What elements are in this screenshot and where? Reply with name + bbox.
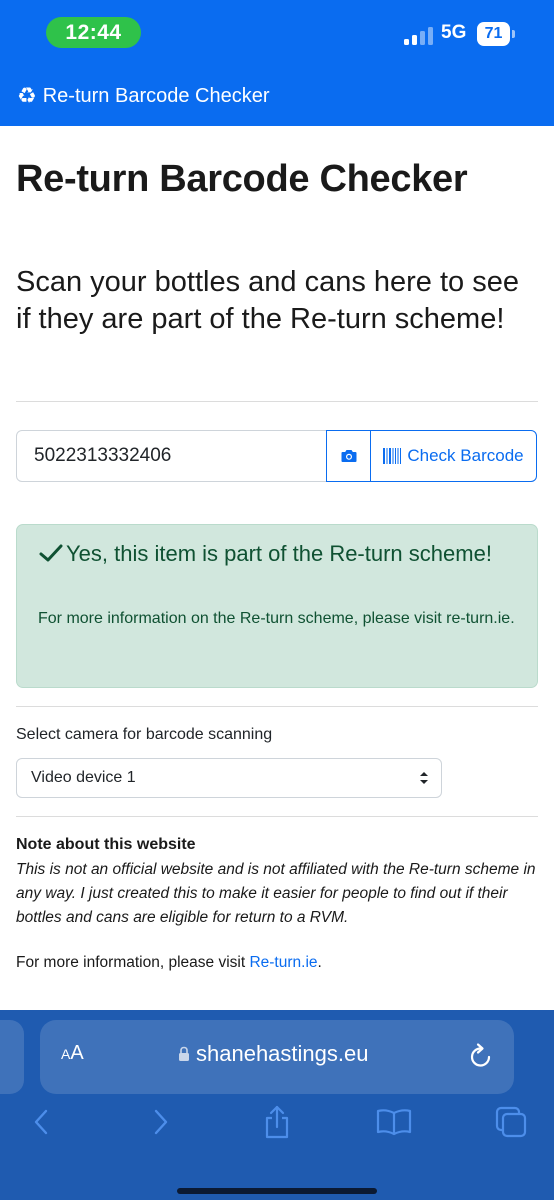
battery-level: 71 xyxy=(477,22,510,46)
text-size-small: A xyxy=(61,1046,71,1062)
result-alert: Yes, this item is part of the Re-turn sc… xyxy=(16,524,538,688)
barcode-icon xyxy=(383,448,402,464)
tabs-icon xyxy=(495,1106,527,1138)
browser-toolbar: AA shanehastings.eu xyxy=(0,1010,554,1200)
select-caret-icon xyxy=(420,772,428,784)
bookmarks-button[interactable] xyxy=(374,1102,414,1142)
share-button[interactable] xyxy=(257,1102,297,1142)
result-body: For more information on the Re-turn sche… xyxy=(38,610,515,627)
share-icon xyxy=(265,1105,289,1139)
page-title: Re-turn Barcode Checker xyxy=(16,158,468,200)
text-size-button[interactable]: AA xyxy=(61,1042,84,1065)
check-icon xyxy=(39,544,63,562)
page-lead: Scan your bottles and cans here to see i… xyxy=(16,266,519,335)
back-button[interactable] xyxy=(21,1102,61,1142)
previous-tab-preview[interactable] xyxy=(0,1020,24,1094)
brand-title: Re-turn Barcode Checker xyxy=(42,84,270,107)
camera-select[interactable]: Video device 1 xyxy=(16,758,442,798)
more-info-suffix: . xyxy=(317,954,322,971)
recycle-icon: ♻ xyxy=(17,83,37,108)
url-text: shanehastings.eu xyxy=(196,1041,369,1066)
url-display[interactable]: shanehastings.eu xyxy=(178,1041,368,1067)
barcode-input[interactable] xyxy=(16,430,327,482)
cellular-signal-icon xyxy=(404,27,434,45)
chevron-right-icon xyxy=(154,1109,168,1135)
camera-scan-button[interactable] xyxy=(326,430,371,482)
check-barcode-button[interactable]: Check Barcode xyxy=(370,430,537,482)
result-heading: Yes, this item is part of the Re-turn sc… xyxy=(38,539,528,568)
camera-select-value: Video device 1 xyxy=(31,769,136,786)
book-icon xyxy=(376,1109,412,1136)
camera-icon xyxy=(341,450,356,462)
text-size-large: A xyxy=(70,1042,84,1064)
forward-button[interactable] xyxy=(141,1102,181,1142)
home-indicator[interactable] xyxy=(177,1188,377,1194)
network-type: 5G xyxy=(441,22,467,43)
divider xyxy=(16,706,538,707)
result-heading-text: Yes, this item is part of the Re-turn sc… xyxy=(66,541,492,566)
battery-icon: 71 xyxy=(477,22,515,46)
tabs-button[interactable] xyxy=(491,1102,531,1142)
status-time: 12:44 xyxy=(46,17,141,48)
lock-icon xyxy=(179,1046,189,1061)
barcode-input-group: Check Barcode xyxy=(16,430,538,482)
address-bar[interactable]: AA shanehastings.eu xyxy=(40,1020,514,1094)
brand-link[interactable]: ♻ Re-turn Barcode Checker xyxy=(17,82,270,110)
return-ie-link[interactable]: Re-turn.ie xyxy=(249,954,317,971)
note-body: This is not an official website and is n… xyxy=(16,861,536,926)
divider xyxy=(16,401,538,402)
header-bar: 12:44 5G 71 ♻ Re-turn Barcode Checker xyxy=(0,0,554,126)
divider xyxy=(16,816,538,817)
chevron-left-icon xyxy=(34,1109,48,1135)
more-info: For more information, please visit Re-tu… xyxy=(16,954,322,972)
more-info-text: For more information, please visit xyxy=(16,954,250,971)
check-barcode-label: Check Barcode xyxy=(407,446,524,465)
camera-select-label: Select camera for barcode scanning xyxy=(16,726,273,743)
reload-icon[interactable] xyxy=(468,1042,494,1070)
note-title: Note about this website xyxy=(16,836,196,853)
